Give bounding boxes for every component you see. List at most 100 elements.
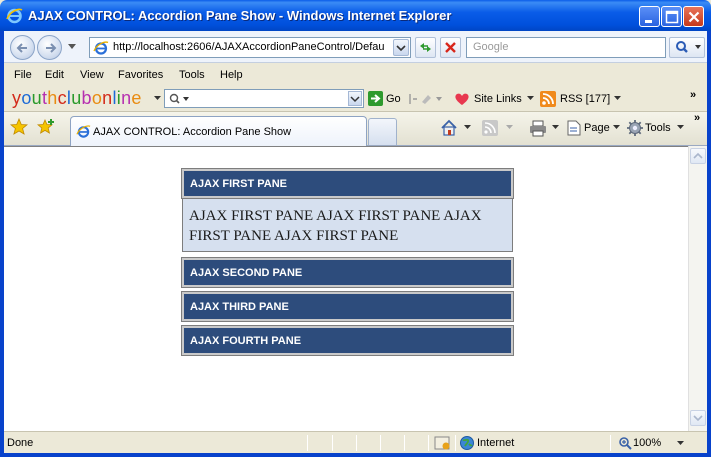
go-button[interactable]: Go — [386, 93, 401, 105]
window-frame-right — [707, 31, 711, 457]
status-divider — [428, 435, 429, 451]
status-divider — [404, 435, 405, 451]
title-bar[interactable]: AJAX CONTROL: Accordion Pane Show - Wind… — [0, 0, 711, 31]
refresh-button[interactable] — [415, 37, 436, 58]
chevron-down-icon — [693, 415, 703, 422]
tools-menu-button[interactable]: Tools — [645, 122, 671, 134]
new-tab-button[interactable] — [368, 118, 397, 145]
accordion-pane-4-header[interactable]: AJAX FOURTH PANE — [181, 325, 514, 356]
favorites-star-icon[interactable] — [10, 118, 28, 136]
back-button[interactable] — [10, 35, 35, 60]
brand-dropdown-icon[interactable] — [154, 96, 161, 101]
minimize-button[interactable] — [639, 6, 660, 27]
chevron-down-icon[interactable] — [506, 125, 513, 130]
toolbar-overflow-icon[interactable]: » — [694, 112, 700, 124]
minimize-icon — [645, 20, 652, 23]
ie-logo-icon — [6, 8, 23, 24]
security-zone-label: Internet — [477, 437, 515, 449]
menu-favorites[interactable]: Favorites — [118, 69, 163, 81]
menu-tools[interactable]: Tools — [179, 69, 205, 81]
address-row: http://localhost:2606/AJAXAccordionPaneC… — [4, 31, 707, 63]
address-url: http://localhost:2606/AJAXAccordionPaneC… — [113, 41, 385, 53]
home-icon[interactable] — [440, 119, 458, 137]
scroll-up-button[interactable] — [690, 148, 706, 164]
address-field[interactable]: http://localhost:2606/AJAXAccordionPaneC… — [89, 37, 411, 58]
close-icon — [688, 11, 700, 23]
forward-button[interactable] — [37, 35, 62, 60]
chevron-down-icon[interactable] — [613, 125, 620, 130]
maximize-icon — [665, 10, 679, 24]
chevron-down-icon — [396, 45, 406, 52]
protected-mode-icon — [434, 436, 450, 450]
tab-label: AJAX CONTROL: Accordion Pane Show — [93, 126, 292, 138]
search-field[interactable]: Google — [466, 37, 666, 58]
window-title: AJAX CONTROL: Accordion Pane Show - Wind… — [28, 8, 452, 23]
vertical-scrollbar[interactable] — [688, 146, 707, 431]
toolbar-overflow-icon[interactable]: » — [690, 89, 696, 101]
accordion-pane-3-header[interactable]: AJAX THIRD PANE — [181, 291, 514, 322]
back-arrow-icon — [16, 43, 27, 53]
status-divider — [356, 435, 357, 451]
rss-button[interactable]: RSS [177] — [560, 93, 610, 105]
scroll-down-button[interactable] — [690, 410, 706, 426]
zoom-icon[interactable] — [618, 436, 632, 450]
page-ie-icon — [76, 125, 91, 138]
status-divider — [455, 435, 456, 451]
page-ie-icon — [93, 41, 109, 55]
accordion: AJAX FIRST PANE AJAX FIRST PANE AJAX FIR… — [181, 168, 514, 360]
menu-bar: File Edit View Favorites Tools Help — [4, 63, 707, 87]
print-icon[interactable] — [528, 119, 548, 137]
tab-row: AJAX CONTROL: Accordion Pane Show Page T… — [4, 112, 707, 146]
chevron-down-icon[interactable] — [464, 125, 471, 130]
refresh-icon — [420, 43, 431, 52]
maximize-button[interactable] — [661, 6, 682, 27]
rss-icon — [540, 91, 556, 107]
globe-icon — [460, 436, 474, 450]
gear-icon[interactable] — [626, 119, 644, 137]
heart-icon — [455, 93, 469, 105]
feeds-icon[interactable] — [482, 120, 498, 136]
go-arrow-icon[interactable] — [368, 91, 383, 106]
menu-view[interactable]: View — [80, 69, 104, 81]
accordion-pane-1-content: AJAX FIRST PANE AJAX FIRST PANE AJAX FIR… — [182, 198, 513, 252]
chevron-down-icon — [350, 96, 360, 103]
chevron-up-icon — [693, 152, 703, 159]
page-icon[interactable] — [565, 119, 583, 137]
status-divider — [610, 435, 611, 451]
stop-button[interactable] — [440, 37, 461, 58]
recent-pages-dropdown-icon[interactable] — [68, 44, 76, 50]
status-divider — [380, 435, 381, 451]
window-frame-bottom — [0, 453, 711, 457]
page-content: AJAX FIRST PANE AJAX FIRST PANE AJAX FIR… — [4, 146, 688, 431]
toolbar-search-field[interactable] — [164, 89, 364, 108]
status-bar: Done Internet 100% — [4, 431, 707, 453]
toolbar-search-icon — [169, 93, 189, 104]
toolbar-brand-logo[interactable]: youthclubonline — [12, 88, 142, 109]
tab-active[interactable]: AJAX CONTROL: Accordion Pane Show — [70, 116, 367, 146]
menu-file[interactable]: File — [14, 69, 32, 81]
chevron-down-icon[interactable] — [677, 441, 684, 446]
highlight-tools-icon[interactable] — [408, 92, 444, 106]
page-menu-button[interactable]: Page — [584, 122, 610, 134]
status-text: Done — [7, 437, 34, 449]
search-button[interactable] — [669, 37, 705, 58]
address-dropdown-button[interactable] — [393, 39, 409, 56]
search-icon — [676, 41, 701, 53]
accordion-pane-2-header[interactable]: AJAX SECOND PANE — [181, 257, 514, 288]
toolbar-search-dropdown[interactable] — [348, 91, 362, 106]
close-button[interactable] — [683, 6, 704, 27]
accordion-pane-1-header[interactable]: AJAX FIRST PANE — [181, 168, 514, 199]
menu-edit[interactable]: Edit — [45, 69, 64, 81]
chevron-down-icon[interactable] — [614, 96, 621, 101]
zoom-level-button[interactable]: 100% — [633, 437, 661, 449]
status-divider — [332, 435, 333, 451]
chevron-down-icon[interactable] — [527, 96, 534, 101]
search-placeholder: Google — [473, 41, 509, 53]
stop-icon — [445, 42, 456, 53]
site-links-button[interactable]: Site Links — [474, 93, 522, 105]
chevron-down-icon[interactable] — [552, 125, 559, 130]
add-favorites-icon[interactable] — [37, 118, 55, 136]
forward-arrow-icon — [46, 43, 57, 53]
menu-help[interactable]: Help — [220, 69, 243, 81]
chevron-down-icon[interactable] — [677, 125, 684, 130]
